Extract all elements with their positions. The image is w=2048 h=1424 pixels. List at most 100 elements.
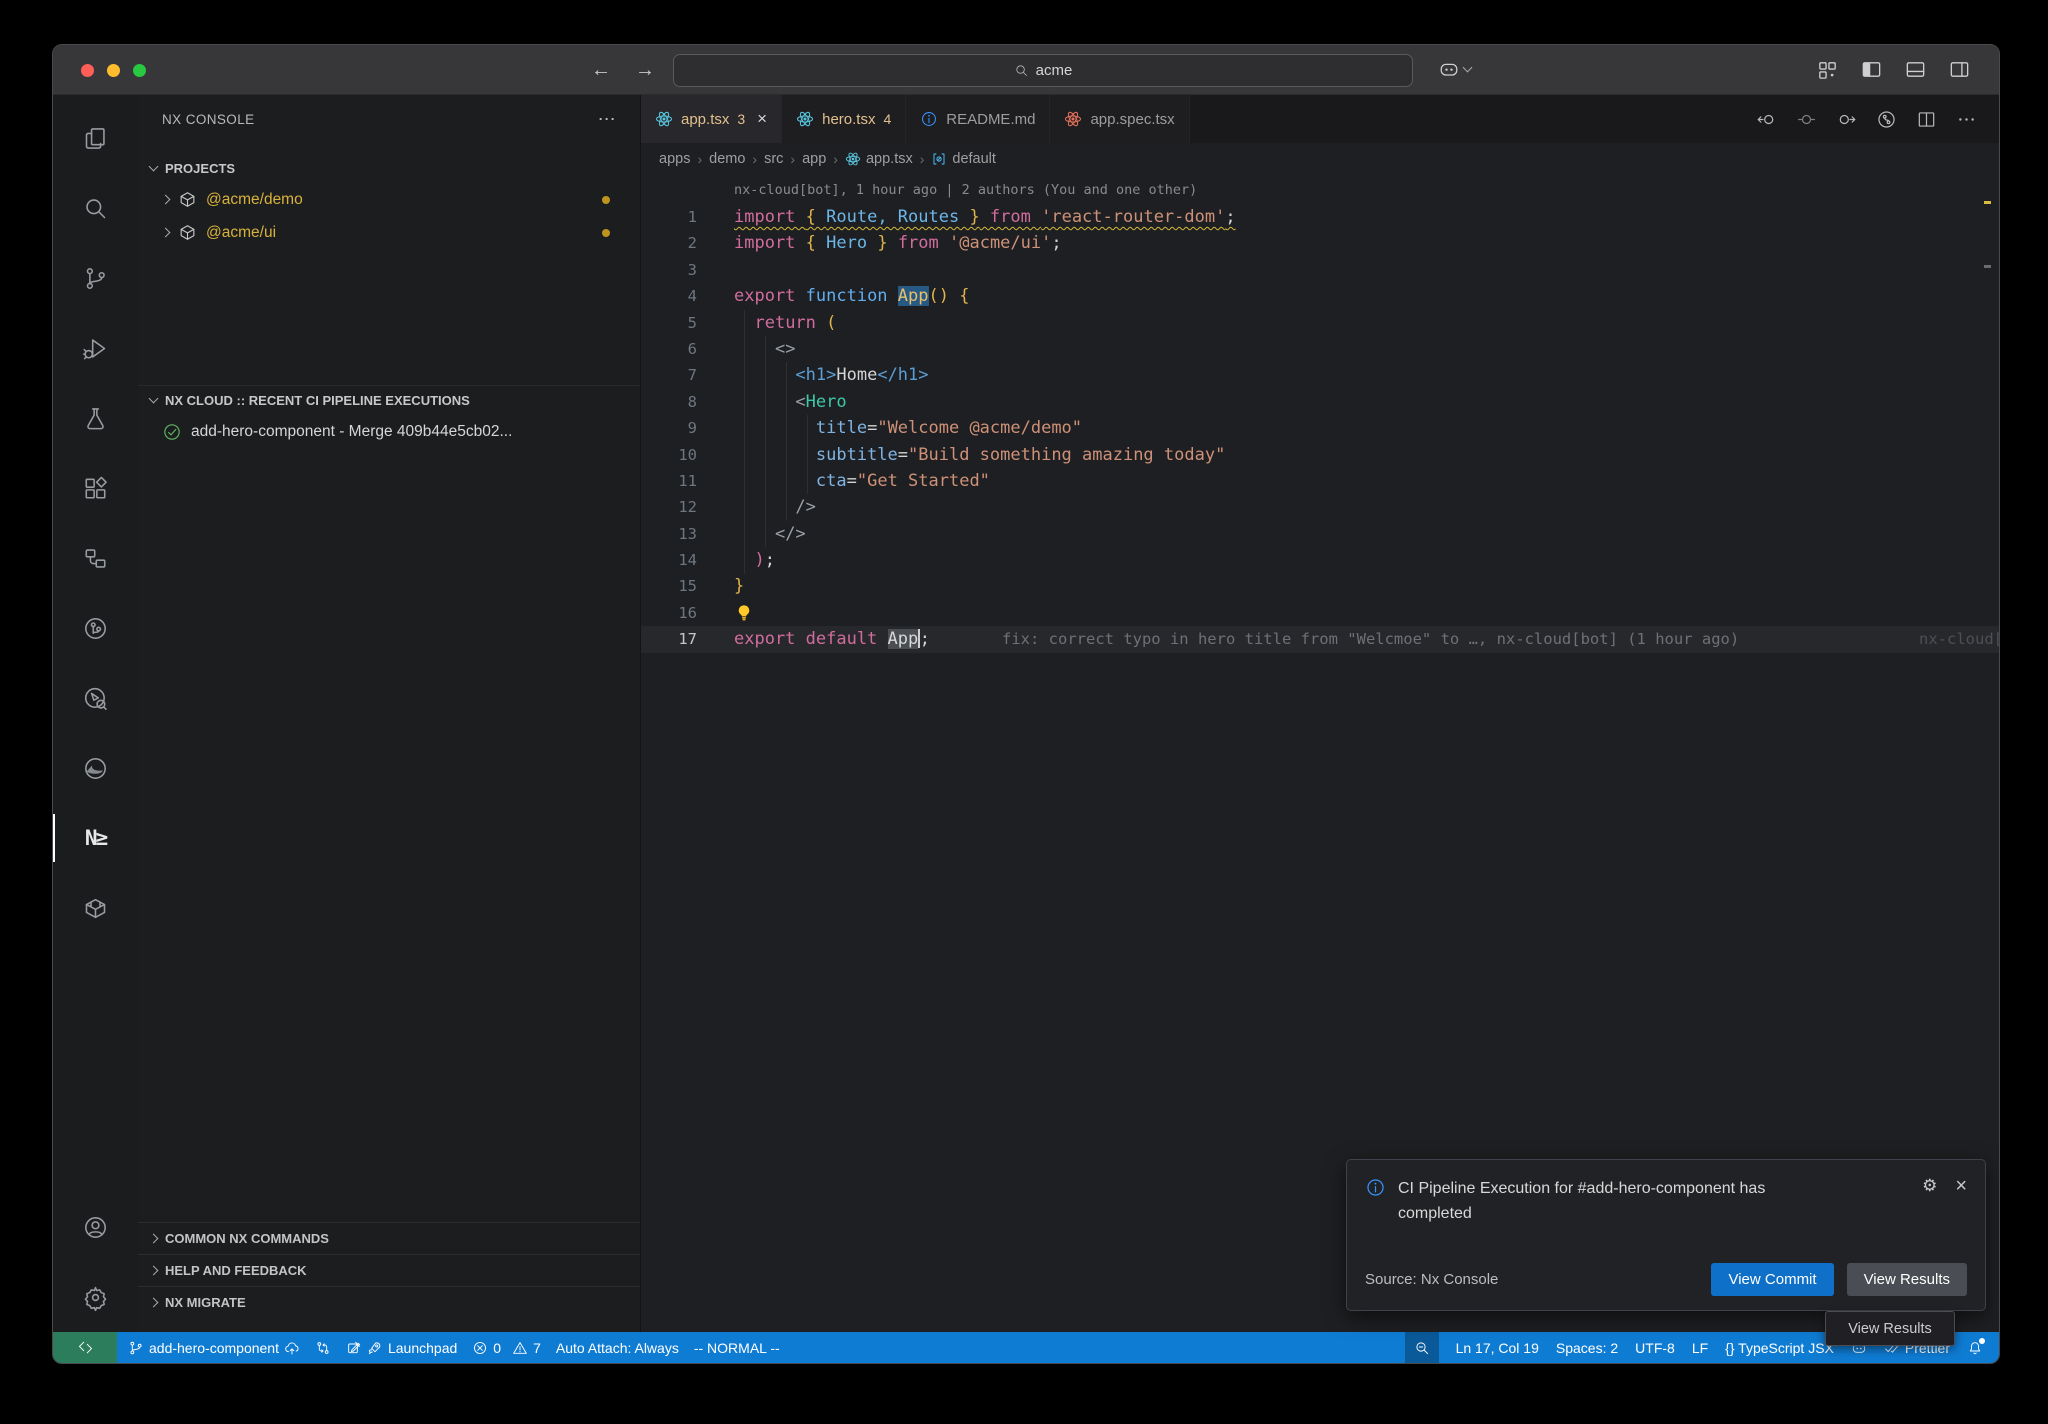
maximize-window-button[interactable] [133, 64, 146, 77]
error-icon [472, 1340, 488, 1356]
activity-item-testing[interactable] [53, 383, 138, 453]
compare-icon [315, 1340, 331, 1356]
activity-item-explorer[interactable] [53, 103, 138, 173]
activity-item-containers[interactable] [53, 873, 138, 943]
close-icon[interactable]: × [757, 109, 767, 129]
activity-item-nx-console[interactable]: N≥ [53, 803, 138, 873]
overview-ruler-warning-mark [1984, 201, 1991, 204]
status-item-cursor-position[interactable]: Ln 17, Col 19 [1456, 1340, 1539, 1356]
chevron-right-icon [149, 1234, 159, 1244]
indent-guide [765, 336, 766, 547]
activity-item-extensions[interactable] [53, 453, 138, 523]
customize-layout-icon[interactable] [1816, 58, 1839, 81]
lightbulb-icon[interactable] [734, 603, 754, 623]
breadcrumb-app[interactable]: app [802, 151, 826, 167]
notification-settings-gear-icon[interactable]: ⚙ [1922, 1176, 1937, 1226]
status-item-auto-attach[interactable]: Auto Attach: Always [556, 1340, 679, 1356]
status-item-compare[interactable] [315, 1340, 331, 1356]
breadcrumb-apps[interactable]: apps [659, 151, 690, 167]
view-results-button[interactable]: View Results [1847, 1263, 1967, 1296]
status-item-zoom[interactable] [1405, 1332, 1439, 1363]
project-item-@acme/ui[interactable]: @acme/ui [138, 216, 640, 249]
tab-hero.tsx[interactable]: hero.tsx4 [782, 95, 906, 143]
tab-app.tsx[interactable]: app.tsx3× [641, 95, 782, 143]
close-window-button[interactable] [81, 64, 94, 77]
symbol-default-icon [931, 151, 947, 167]
activity-item-gitlens[interactable] [53, 593, 138, 663]
code-line-5: 5 return ( [641, 310, 1999, 336]
toggle-panel-icon[interactable] [1904, 58, 1927, 81]
notification-close-icon[interactable]: × [1955, 1176, 1967, 1226]
breadcrumb-app.tsx[interactable]: app.tsx [845, 151, 913, 167]
chevron-down-icon [149, 161, 159, 171]
navigate-forward-button[interactable]: → [635, 59, 655, 82]
activity-item-gitlens-inspect[interactable] [53, 663, 138, 733]
pipeline-execution-item[interactable]: add-hero-component - Merge 409b44e5cb02.… [138, 415, 640, 448]
code-line-10: 10 subtitle="Build something amazing tod… [641, 442, 1999, 468]
sidebar-section-common-nx-commands[interactable]: COMMON NX COMMANDS [138, 1222, 640, 1254]
activity-item-accounts[interactable] [53, 1192, 138, 1262]
activity-bar: N≥ [53, 95, 138, 1332]
toggle-secondary-sidebar-icon[interactable] [1948, 58, 1971, 81]
code-line-11: 11 cta="Get Started" [641, 468, 1999, 494]
status-item-indentation[interactable]: Spaces: 2 [1556, 1340, 1618, 1356]
line-number: 13 [641, 521, 697, 547]
warning-icon [512, 1340, 528, 1356]
breadcrumb-demo[interactable]: demo [709, 151, 745, 167]
nx-logo-icon: N≥ [85, 826, 106, 850]
sidebar-more-actions-button[interactable]: ⋯ [598, 109, 616, 130]
launch-rocket-icon [367, 1340, 383, 1356]
modified-dot [602, 229, 610, 237]
activity-item-references[interactable] [53, 523, 138, 593]
command-center-search[interactable]: acme [673, 54, 1413, 87]
previous-change-icon[interactable] [1756, 109, 1777, 130]
breadcrumb-src[interactable]: src [764, 151, 783, 167]
status-item-language[interactable]: {} TypeScript JSX [1725, 1340, 1834, 1356]
status-item-eol[interactable]: LF [1692, 1340, 1708, 1356]
view-commit-button[interactable]: View Commit [1711, 1263, 1833, 1296]
react-icon [655, 110, 673, 128]
notification-toast: CI Pipeline Execution for #add-hero-comp… [1346, 1159, 1986, 1311]
status-item-encoding[interactable]: UTF-8 [1635, 1340, 1675, 1356]
activity-item-run-debug[interactable] [53, 313, 138, 383]
error-count: 0 [493, 1340, 501, 1356]
remote-indicator[interactable] [53, 1332, 117, 1363]
line-number: 3 [641, 257, 697, 283]
search-icon [1014, 63, 1029, 78]
minimize-window-button[interactable] [107, 64, 120, 77]
accounts-icon [82, 1214, 109, 1241]
next-change-icon[interactable] [1836, 109, 1857, 130]
projects-section-header[interactable]: PROJECTS [138, 153, 640, 183]
status-item-notifications[interactable] [1967, 1340, 1983, 1356]
git-codelens[interactable]: nx-cloud[bot], 1 hour ago | 2 authors (Y… [734, 182, 1197, 198]
status-item-vim-mode[interactable]: -- NORMAL -- [694, 1340, 780, 1356]
status-item-branch[interactable]: add-hero-component [128, 1340, 300, 1356]
activity-top: N≥ [53, 103, 138, 943]
line-number: 5 [641, 310, 697, 336]
settings-icon [82, 1284, 109, 1311]
activity-item-search[interactable] [53, 173, 138, 243]
activity-item-settings[interactable] [53, 1262, 138, 1332]
sidebar-section-nx-migrate[interactable]: NX MIGRATE [138, 1286, 640, 1318]
gitlens-icon [82, 615, 109, 642]
copilot-menu[interactable] [1438, 58, 1471, 80]
navigate-back-button[interactable]: ← [591, 59, 611, 82]
project-item-@acme/demo[interactable]: @acme/demo [138, 183, 640, 216]
activity-item-edge-tools[interactable] [53, 733, 138, 803]
breadcrumb-default[interactable]: default [931, 151, 996, 167]
toggle-primary-sidebar-icon[interactable] [1860, 58, 1883, 81]
commit-graph-icon[interactable] [1876, 109, 1897, 130]
tab-README.md[interactable]: README.md [906, 95, 1050, 143]
nx-cloud-section-header[interactable]: NX CLOUD :: RECENT CI PIPELINE EXECUTION… [138, 385, 640, 415]
sidebar-section-help-and-feedback[interactable]: HELP AND FEEDBACK [138, 1254, 640, 1286]
tab-app.spec.tsx[interactable]: app.spec.tsx [1050, 95, 1189, 143]
status-item-problems[interactable]: 07 [472, 1340, 541, 1356]
current-change-icon[interactable] [1796, 109, 1817, 130]
remote-icon [77, 1339, 94, 1356]
status-item-launchpad[interactable]: Launchpad [346, 1340, 457, 1356]
activity-item-source-control[interactable] [53, 243, 138, 313]
indent-guide [744, 310, 745, 574]
split-editor-icon[interactable] [1916, 109, 1937, 130]
more-actions-icon[interactable] [1956, 109, 1977, 130]
line-number: 15 [641, 573, 697, 599]
